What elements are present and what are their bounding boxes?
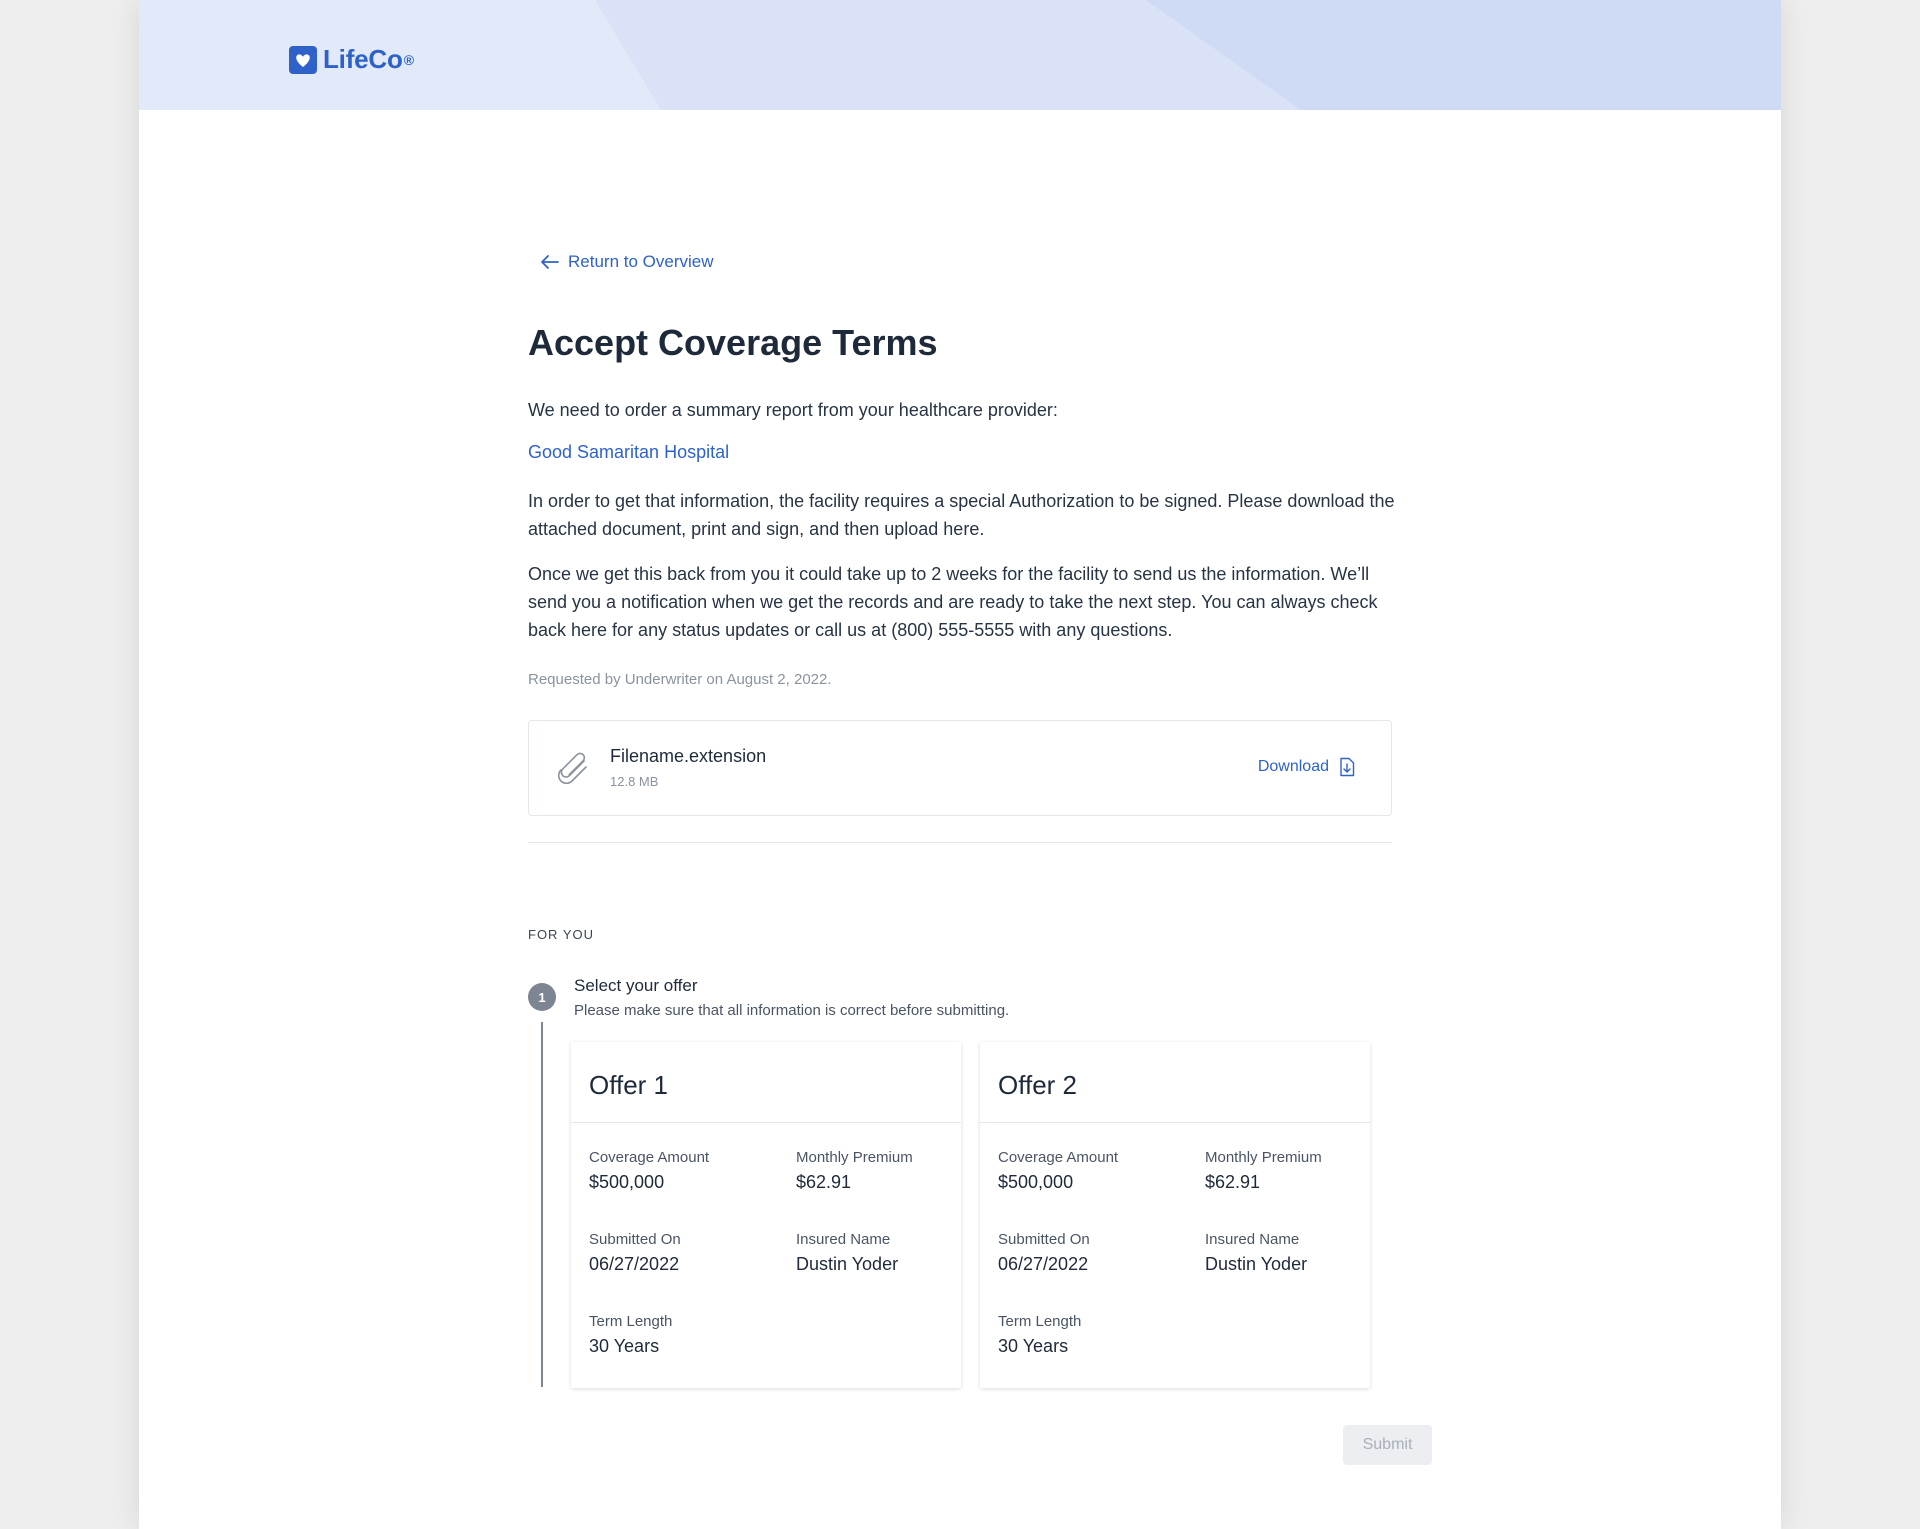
monthly-premium-label: Monthly Premium [796,1149,913,1166]
monthly-premium-label: Monthly Premium [1205,1149,1322,1166]
offer-header: Offer 2 [980,1042,1370,1123]
paperclip-icon [557,752,587,785]
step-title: Select your offer [574,976,698,995]
insured-name: Insured Name Dustin Yoder [796,1231,898,1275]
monthly-premium: Monthly Premium $62.91 [796,1149,913,1193]
file-size: 12.8 MB [610,774,659,789]
term-length-label: Term Length [998,1313,1082,1330]
submitted-on-label: Submitted On [589,1231,681,1248]
term-length-label: Term Length [589,1313,673,1330]
step-subtitle: Please make sure that all information is… [574,1002,1010,1019]
page-title: Accept Coverage Terms [528,322,938,363]
offer-title: Offer 1 [589,1070,669,1100]
monthly-premium-value: $62.91 [1205,1172,1261,1192]
coverage-amount: Coverage Amount $500,000 [589,1149,709,1193]
term-length-value: 30 Years [998,1336,1069,1356]
download-label: Download [1257,758,1329,775]
authorization-text: In order to get that information, the fa… [528,491,1395,539]
logo[interactable]: LifeCo ® [289,44,414,75]
term-length: Term Length 30 Years [589,1313,672,1357]
for-you-label: FOR YOU [528,927,594,942]
step-connector [541,1022,543,1387]
insured-name: Insured Name Dustin Yoder [1205,1231,1307,1275]
registered-mark: ® [403,51,415,68]
offer-header: Offer 1 [571,1042,961,1123]
coverage-amount-value: $500,000 [998,1172,1074,1192]
term-length: Term Length 30 Years [998,1313,1081,1357]
attachment-card: Filename.extension 12.8 MB Download [528,720,1392,816]
file-download-icon [1340,757,1355,777]
submitted-on: Submitted On 06/27/2022 [998,1231,1090,1275]
offer-title: Offer 2 [998,1070,1078,1100]
submitted-on-value: 06/27/2022 [589,1254,680,1274]
monthly-premium-value: $62.91 [796,1172,852,1192]
step-number: 1 [528,983,556,1011]
insured-name-label: Insured Name [1205,1231,1300,1248]
provider-link[interactable]: Good Samaritan Hospital [528,442,729,463]
submitted-on-label: Submitted On [998,1231,1090,1248]
section-divider [528,842,1392,843]
page: LifeCo ® Return to Overview Accept Cover… [139,0,1781,1529]
header: LifeCo ® [139,0,1781,110]
coverage-amount-value: $500,000 [589,1172,665,1192]
heart-badge-icon [289,45,317,74]
return-to-overview-label: Return to Overview [568,252,714,271]
submitted-on-value: 06/27/2022 [998,1254,1089,1274]
offer-card-2[interactable]: Offer 2 Coverage Amount $500,000 Monthly… [980,1042,1370,1388]
insured-name-label: Insured Name [796,1231,891,1248]
return-to-overview-link[interactable]: Return to Overview [540,252,714,272]
term-length-value: 30 Years [589,1336,660,1356]
arrow-left-icon [541,255,559,269]
monthly-premium: Monthly Premium $62.91 [1205,1149,1322,1193]
coverage-amount-label: Coverage Amount [589,1149,710,1166]
timeline-text: Once we get this back from you it could … [528,564,1378,640]
submitted-on: Submitted On 06/27/2022 [589,1231,681,1275]
insured-name-value: Dustin Yoder [1205,1254,1308,1274]
offer-card-1[interactable]: Offer 1 Coverage Amount $500,000 Monthly… [571,1042,961,1388]
coverage-amount-label: Coverage Amount [998,1149,1119,1166]
logo-text: LifeCo [323,44,403,74]
intro-text: We need to order a summary report from y… [528,400,1058,420]
submit-button[interactable]: Submit [1343,1425,1432,1465]
download-button[interactable]: Download [1258,757,1355,777]
insured-name-value: Dustin Yoder [796,1254,899,1274]
file-name: Filename.extension [610,746,767,766]
coverage-amount: Coverage Amount $500,000 [998,1149,1118,1193]
requested-info: Requested by Underwriter on August 2, 20… [528,671,832,688]
